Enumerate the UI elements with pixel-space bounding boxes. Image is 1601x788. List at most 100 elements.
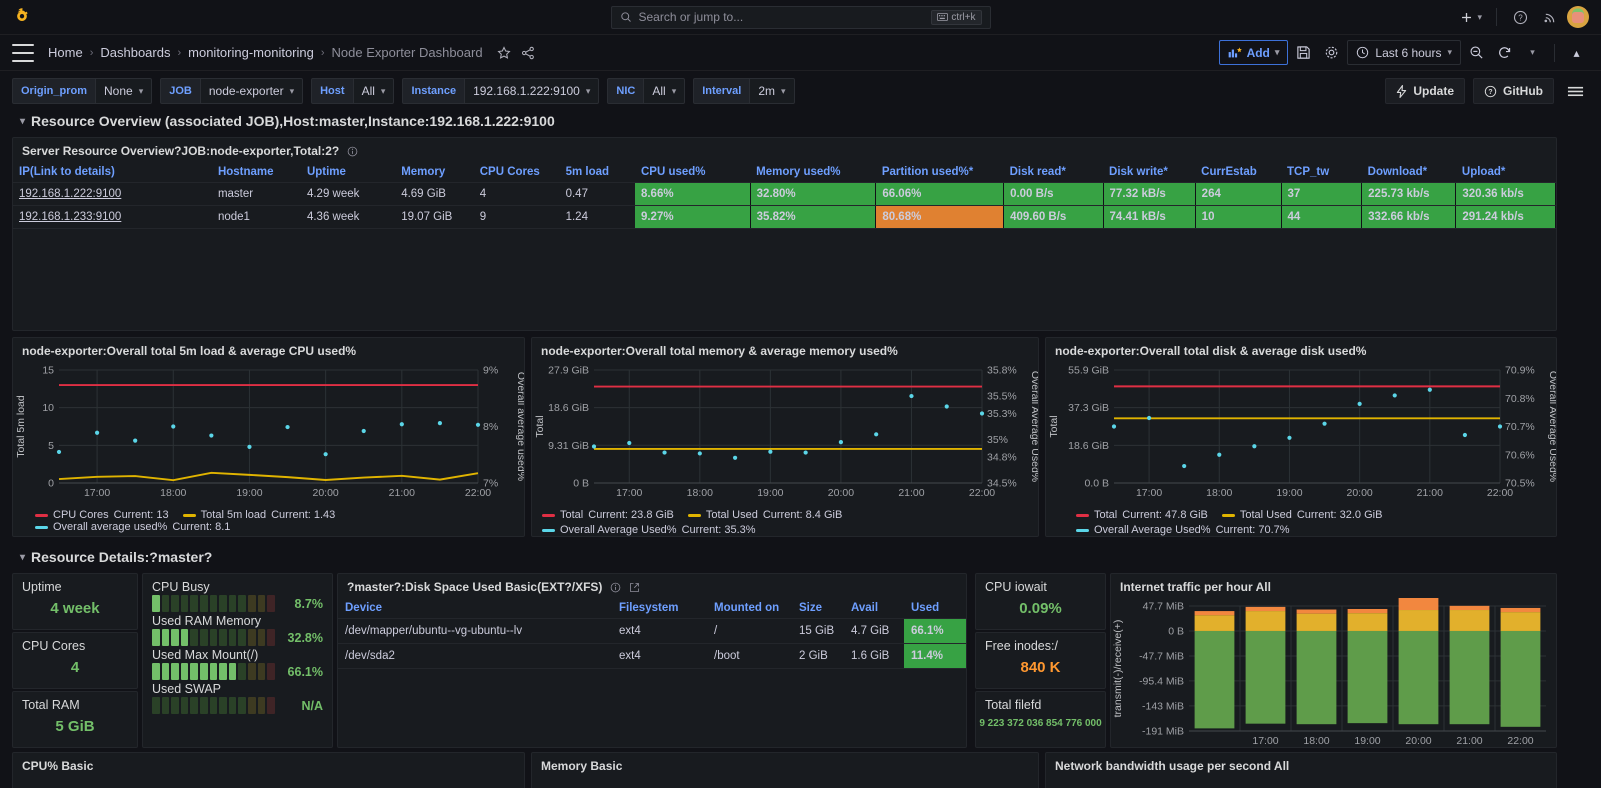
- col-download[interactable]: Download*: [1361, 162, 1456, 183]
- search-input[interactable]: Search or jump to... ctrl+k: [610, 5, 991, 29]
- svg-text:22:00: 22:00: [1487, 487, 1513, 499]
- row-header-resource-details[interactable]: ▾ Resource Details:?master?: [0, 546, 224, 570]
- stat-value: 840 K: [1020, 659, 1061, 676]
- variable-value[interactable]: All ▾: [643, 78, 686, 104]
- legend-item[interactable]: Total Current: 47.8 GiB: [1076, 509, 1208, 521]
- barchart-internet-traffic[interactable]: -191 MiB -143 MiB -95.4 MiB -47.7 MiB 0 B 47.…: [1111, 598, 1556, 747]
- bargauge-cell: [200, 697, 208, 714]
- save-dashboard-button[interactable]: [1291, 40, 1316, 65]
- variable-value[interactable]: None ▾: [95, 78, 153, 104]
- zoom-out-time-button[interactable]: [1464, 40, 1489, 65]
- col-tcp-tw[interactable]: TCP_tw: [1281, 162, 1362, 183]
- info-icon[interactable]: [347, 146, 358, 157]
- breadcrumb-item-home[interactable]: Home: [46, 45, 85, 60]
- svg-text:21:00: 21:00: [898, 487, 924, 499]
- col-currestab[interactable]: CurrEstab: [1195, 162, 1282, 183]
- external-link-icon[interactable]: [629, 582, 640, 593]
- legend-item[interactable]: CPU Cores Current: 13: [35, 509, 169, 521]
- time-range-picker[interactable]: Last 6 hours ▾: [1347, 40, 1461, 65]
- menu-toggle-button[interactable]: [12, 43, 34, 62]
- avatar[interactable]: [1567, 6, 1589, 28]
- variable-value[interactable]: 192.168.1.222:9100 ▾: [464, 78, 600, 104]
- cell-ip: 192.168.1.233:9100: [13, 205, 212, 229]
- col-size[interactable]: Size: [792, 598, 844, 619]
- col-memory[interactable]: Memory: [395, 162, 474, 183]
- news-button[interactable]: [1537, 4, 1563, 30]
- col-memory-used[interactable]: Memory used%: [750, 162, 876, 183]
- row-header-resource-overview[interactable]: ▾ Resource Overview (associated JOB),Hos…: [0, 110, 567, 134]
- col-filesystem[interactable]: Filesystem: [612, 598, 707, 619]
- collapse-toolbar-button[interactable]: ▴: [1564, 40, 1589, 65]
- variable-value[interactable]: node-exporter ▾: [199, 78, 304, 104]
- refresh-button[interactable]: [1492, 40, 1517, 65]
- bargauge-cell: [152, 595, 160, 612]
- svg-text:20:00: 20:00: [1405, 735, 1431, 747]
- new-item-button[interactable]: ▾: [1456, 4, 1486, 30]
- variable-value[interactable]: 2m ▾: [749, 78, 795, 104]
- legend-item[interactable]: Total Current: 23.8 GiB: [542, 509, 674, 521]
- col-cpu-cores[interactable]: CPU Cores: [473, 162, 560, 183]
- ip-link[interactable]: 192.168.1.222:9100: [19, 188, 121, 200]
- col-disk-write[interactable]: Disk write*: [1103, 162, 1196, 183]
- col-partition-used[interactable]: Partition used%*: [875, 162, 1004, 183]
- col-mounted-on[interactable]: Mounted on: [707, 598, 792, 619]
- col-5m-load[interactable]: 5m load: [559, 162, 635, 183]
- col-ip[interactable]: IP(Link to details): [13, 162, 212, 183]
- bargauge-label: Used RAM Memory: [152, 614, 262, 628]
- panel-title-text: Network bandwidth usage per second All: [1055, 759, 1290, 773]
- bargauge-cell: [161, 663, 170, 680]
- col-disk-read[interactable]: Disk read*: [1003, 162, 1104, 183]
- bolt-icon: [1397, 84, 1407, 98]
- col-cpu-used[interactable]: CPU used%: [634, 162, 751, 183]
- legend-series-name: Overall Average Used%: [560, 524, 677, 536]
- timeseries-chart-load-cpu[interactable]: 0 5 10 15 7% 8% 9% 17:00 18:00 19:00 20:00 21:00 22:…: [13, 362, 524, 505]
- legend-item[interactable]: Total 5m load Current: 1.43: [182, 509, 335, 521]
- svg-text:27.9 GiB: 27.9 GiB: [548, 365, 589, 377]
- dashboard-links-menu[interactable]: [1562, 79, 1589, 104]
- refresh-interval-dropdown[interactable]: ▾: [1520, 40, 1545, 65]
- variable-label: Instance: [402, 78, 465, 104]
- breadcrumb-item-dashboards[interactable]: Dashboards: [98, 45, 172, 60]
- add-button[interactable]: Add ▾: [1218, 40, 1289, 65]
- breadcrumb-item-folder[interactable]: monitoring-monitoring: [186, 45, 316, 60]
- bargauge-cell: [171, 629, 179, 646]
- variable-host: Host All ▾: [311, 78, 395, 104]
- legend-item[interactable]: Total Used Current: 32.0 GiB: [1221, 509, 1382, 521]
- timeseries-chart-memory[interactable]: 0 B 9.31 GiB 18.6 GiB 27.9 GiB 34.5% 34.8% 35%…: [532, 362, 1038, 505]
- info-icon[interactable]: [610, 582, 621, 593]
- col-uptime[interactable]: Uptime: [300, 162, 396, 183]
- stat-value: 0.09%: [1019, 600, 1062, 617]
- variable-label: NIC: [607, 78, 644, 104]
- svg-text:47.7 MiB: 47.7 MiB: [1143, 601, 1184, 613]
- grafana-dashboard-app: Search or jump to... ctrl+k ▾ ? Home › D…: [0, 0, 1601, 788]
- legend-item[interactable]: Overall Average Used% Current: 70.7%: [1076, 524, 1290, 536]
- ip-link[interactable]: 192.168.1.233:9100: [19, 211, 121, 223]
- search-shortcut-hint: ctrl+k: [931, 9, 982, 25]
- cell-size: 2 GiB: [792, 643, 844, 669]
- star-icon[interactable]: [497, 45, 511, 60]
- bargauge-cell: [257, 697, 266, 714]
- col-used[interactable]: Used: [904, 598, 966, 619]
- stat-label: Uptime: [22, 580, 62, 594]
- col-device[interactable]: Device: [338, 598, 612, 619]
- col-hostname[interactable]: Hostname: [211, 162, 301, 183]
- grafana-logo[interactable]: [12, 7, 42, 27]
- svg-text:21:00: 21:00: [1456, 735, 1482, 747]
- cell-filesystem: ext4: [612, 618, 707, 644]
- legend-item[interactable]: Total Used Current: 8.4 GiB: [687, 509, 842, 521]
- chevron-down-icon: ▾: [1477, 11, 1482, 22]
- panel-bar-gauges: CPU Busy 8.7% Used RAM Memory 32.8% Used…: [142, 573, 333, 748]
- dashboard-settings-button[interactable]: [1319, 40, 1344, 65]
- timeseries-chart-disk[interactable]: 0.0 B 18.6 GiB 37.3 GiB 55.9 GiB 70.5% 70.6% 7…: [1046, 362, 1556, 505]
- legend-item[interactable]: Overall average used% Current: 8.1: [35, 521, 230, 533]
- legend-item[interactable]: Overall Average Used% Current: 35.3%: [542, 524, 756, 536]
- update-button[interactable]: Update: [1385, 78, 1465, 104]
- share-icon[interactable]: [521, 46, 535, 60]
- breadcrumb-item-dashboard[interactable]: Node Exporter Dashboard: [330, 45, 485, 60]
- github-button[interactable]: ? GitHub: [1473, 78, 1554, 104]
- help-button[interactable]: ?: [1507, 4, 1533, 30]
- cell-hostname: node1: [211, 205, 301, 229]
- variable-value[interactable]: All ▾: [352, 78, 395, 104]
- col-avail[interactable]: Avail: [844, 598, 904, 619]
- col-upload[interactable]: Upload*: [1455, 162, 1556, 183]
